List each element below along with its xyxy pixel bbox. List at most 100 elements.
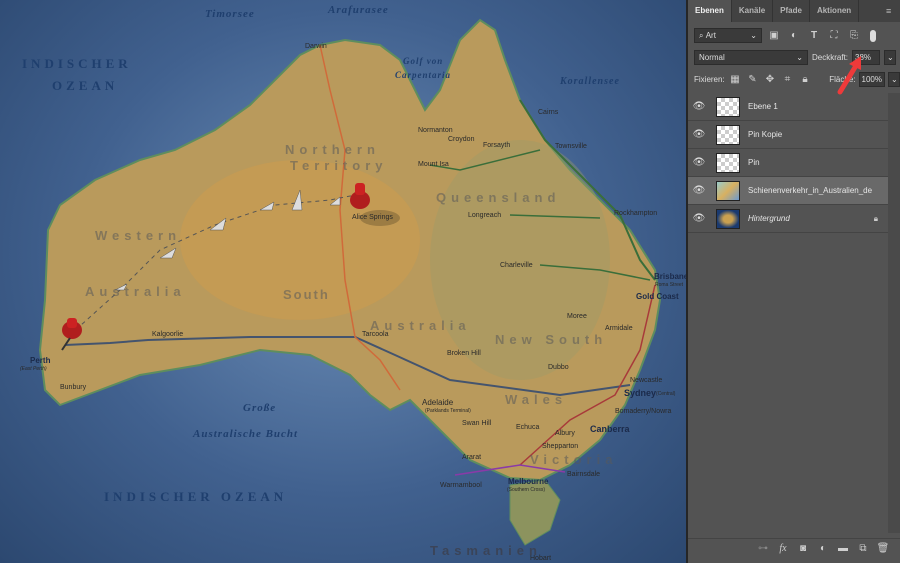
panel-tabs: Ebenen Kanäle Pfade Aktionen ≡ (688, 0, 900, 22)
city-label: Gold Coast (636, 292, 679, 301)
state-label: New South (495, 332, 608, 347)
type-filter-icon[interactable]: T (806, 30, 822, 41)
new-group-icon[interactable]: ▬ (836, 543, 850, 554)
layers-scrollbar[interactable] (888, 93, 900, 533)
city-label: Normanton (418, 127, 453, 134)
trash-icon[interactable]: 🗑︎ (876, 543, 890, 554)
state-label: Western (95, 228, 182, 243)
city-label: Bomaderry/Nowra (615, 408, 672, 415)
sea-label: Arafurasee (328, 4, 389, 16)
lock-position-icon[interactable]: ✥ (763, 74, 778, 85)
annotation-arrow (837, 56, 861, 95)
adjustment-layer-icon[interactable]: ◐ (816, 543, 830, 554)
visibility-eye-icon[interactable]: 👁︎ (688, 101, 710, 112)
chevron-down-icon: ⌄ (796, 53, 803, 62)
city-label: Melbourne (508, 477, 549, 486)
city-label: Tarcoola (362, 331, 389, 338)
sea-label: INDISCHER (22, 56, 132, 71)
visibility-eye-icon[interactable]: 👁︎ (688, 185, 710, 196)
search-icon: ⌕ (699, 30, 706, 40)
chevron-down-icon: ⌄ (750, 31, 757, 40)
state-label: Australia (85, 284, 186, 299)
city-label: Forsayth (483, 142, 511, 149)
sea-label: Timorsee (205, 8, 255, 20)
shape-filter-icon[interactable]: ⛶ (826, 30, 842, 41)
city-label: Croydon (448, 136, 475, 143)
layer-row[interactable]: 👁︎ Pin Kopie (688, 121, 888, 149)
layer-row[interactable]: 👁︎ Pin (688, 149, 888, 177)
smart-object-filter-icon[interactable]: ⎘ (846, 30, 862, 41)
filter-kind-select[interactable]: ⌕ Art ⌄ (694, 28, 762, 43)
tab-kanaele[interactable]: Kanäle (732, 0, 774, 22)
tab-aktionen[interactable]: Aktionen (810, 0, 860, 22)
new-layer-icon[interactable]: ⧉ (856, 543, 870, 554)
state-label: Wales (505, 392, 568, 407)
lock-label: Fixieren: (694, 75, 725, 84)
region-label: Tasmanien (430, 543, 542, 558)
state-label: Northern (285, 142, 380, 157)
opacity-dropdown[interactable]: ⌄ (884, 50, 897, 65)
sea-label: Große (243, 402, 277, 414)
state-label: Victoria (530, 452, 618, 467)
lock-image-pixels-icon[interactable]: ✎ (745, 74, 760, 85)
sea-label: Australische Bucht (193, 428, 299, 440)
city-label: Brisbane (654, 272, 686, 281)
city-label: Townsville (555, 143, 587, 150)
city-label: Rockhampton (614, 210, 658, 217)
city-label: Bunbury (60, 384, 87, 391)
blend-mode-select[interactable]: Normal ⌄ (694, 50, 808, 65)
layer-name: Pin Kopie (748, 130, 783, 139)
background-thumbnail (716, 208, 740, 229)
city-label: Dubbo (548, 364, 569, 371)
document-canvas[interactable]: Timorsee Arafurasee INDISCHER OZEAN Golf… (0, 0, 686, 563)
layer-name: Pin (748, 158, 760, 167)
layer-thumbnail (716, 152, 740, 173)
city-label: Echuca (516, 424, 540, 431)
filter-toggle[interactable] (870, 29, 876, 42)
city-label: Bairnsdale (567, 471, 601, 478)
city-label: Kalgoorlie (152, 331, 184, 338)
city-label: Broken Hill (447, 350, 481, 357)
add-mask-icon[interactable]: ◙ (796, 543, 810, 554)
city-label: Cairns (538, 109, 559, 116)
city-label: Charleville (500, 262, 533, 269)
sea-label: Korallensee (560, 76, 620, 87)
city-label: Sydney (624, 388, 657, 398)
visibility-eye-icon[interactable]: 👁︎ (688, 129, 710, 140)
link-layers-icon[interactable]: ⊶ (756, 543, 770, 554)
visibility-eye-icon[interactable]: 👁︎ (688, 213, 710, 224)
filter-kind-value: Art (705, 31, 716, 40)
city-label: Ararat (462, 454, 482, 461)
sea-label: OZEAN (52, 78, 119, 93)
blend-mode-value: Normal (699, 53, 725, 62)
city-label: Canberra (590, 424, 630, 434)
visibility-eye-icon[interactable]: 👁︎ (688, 157, 710, 168)
layers-panel: Ebenen Kanäle Pfade Aktionen ≡ ⌕ Art ⌄ ▣ … (688, 0, 900, 563)
city-label: (Central) (656, 391, 676, 397)
pixel-filter-icon[interactable]: ▣ (766, 30, 782, 41)
layer-row[interactable]: 👁︎ Hintergrund 🔒︎ (688, 205, 888, 233)
city-label: (Southern Cross) (507, 487, 546, 493)
layer-name: Schienenverkehr_in_Australien_de (748, 186, 873, 195)
lock-transparent-pixels-icon[interactable]: ▦ (728, 74, 743, 85)
fill-dropdown[interactable]: ⌄ (887, 72, 900, 87)
tab-pfade[interactable]: Pfade (773, 0, 810, 22)
adjustment-filter-icon[interactable]: ◐ (786, 30, 802, 41)
city-label: Swan Hill (462, 420, 492, 427)
tab-ebenen[interactable]: Ebenen (688, 0, 732, 22)
layer-name: Ebene 1 (748, 102, 778, 111)
city-label: Armidale (605, 325, 633, 332)
layer-row-selected[interactable]: 👁︎ Schienenverkehr_in_Australien_de (688, 177, 888, 205)
sea-label: Golf von (403, 56, 444, 66)
city-label: Perth (30, 356, 51, 365)
layer-row[interactable]: 👁︎ Ebene 1 (688, 93, 888, 121)
city-label: (Parklands Terminal) (425, 408, 471, 414)
panel-menu-icon[interactable]: ≡ (886, 0, 900, 22)
lock-artboard-icon[interactable]: ⌗ (780, 74, 795, 85)
city-label: Moree (567, 313, 587, 320)
city-label: Shepparton (542, 443, 579, 450)
state-label: South (283, 287, 330, 302)
city-label: Darwin (305, 43, 327, 50)
fx-icon[interactable]: fx (776, 543, 790, 554)
lock-all-icon[interactable]: 🔒︎ (798, 74, 813, 85)
